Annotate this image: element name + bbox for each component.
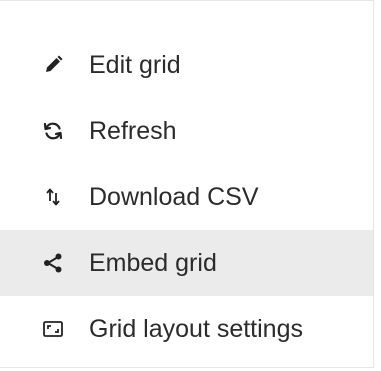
menu-item-edit-grid[interactable]: Edit grid — [0, 32, 373, 98]
share-icon — [40, 250, 66, 276]
menu-item-label: Download CSV — [89, 182, 259, 211]
context-menu: Edit grid Refresh Download CSV Embed gri… — [0, 0, 374, 368]
menu-item-label: Embed grid — [89, 248, 217, 277]
menu-item-refresh[interactable]: Refresh — [0, 98, 373, 164]
menu-item-label: Refresh — [89, 116, 177, 145]
refresh-icon — [40, 118, 66, 144]
menu-item-label: Edit grid — [89, 50, 181, 79]
layout-settings-icon — [40, 316, 66, 342]
menu-item-grid-layout-settings[interactable]: Grid layout settings — [0, 296, 373, 362]
menu-item-label: Grid layout settings — [89, 314, 303, 343]
sort-arrows-icon — [40, 184, 66, 210]
pencil-icon — [40, 52, 66, 78]
menu-item-embed-grid[interactable]: Embed grid — [0, 230, 373, 296]
menu-item-download-csv[interactable]: Download CSV — [0, 164, 373, 230]
